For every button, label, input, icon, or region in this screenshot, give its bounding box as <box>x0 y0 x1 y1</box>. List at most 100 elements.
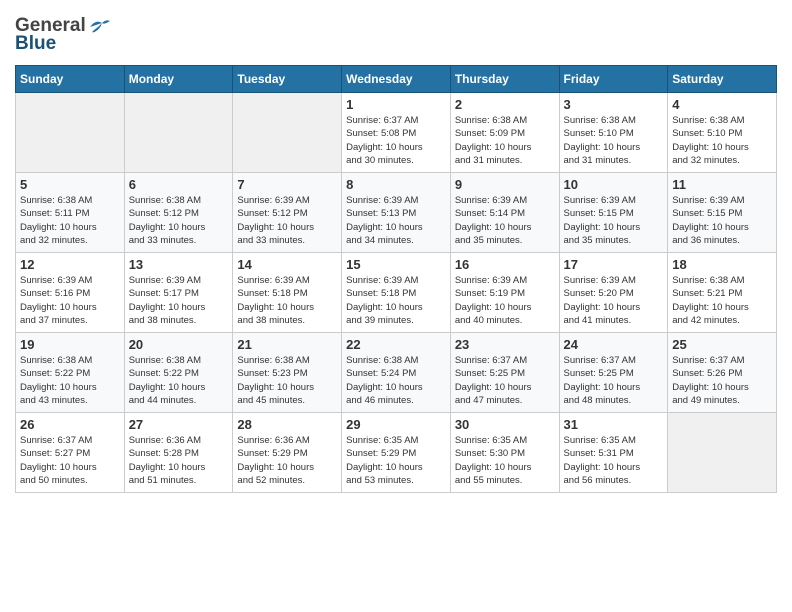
day-number: 1 <box>346 97 446 112</box>
calendar-week-row: 26 Sunrise: 6:37 AM Sunset: 5:27 PM Dayli… <box>16 413 777 493</box>
day-number: 27 <box>129 417 229 432</box>
calendar-cell: 25 Sunrise: 6:37 AM Sunset: 5:26 PM Dayli… <box>668 333 777 413</box>
day-number: 12 <box>20 257 120 272</box>
day-info: Sunrise: 6:38 AM Sunset: 5:10 PM Dayligh… <box>672 114 772 167</box>
calendar-cell: 13 Sunrise: 6:39 AM Sunset: 5:17 PM Dayli… <box>124 253 233 333</box>
day-number: 30 <box>455 417 555 432</box>
day-number: 26 <box>20 417 120 432</box>
logo: General Blue <box>15 15 110 55</box>
calendar-cell: 5Sunrise: 6:38 AM Sunset: 5:11 PM Daylig… <box>16 173 125 253</box>
calendar-cell: 26 Sunrise: 6:37 AM Sunset: 5:27 PM Dayli… <box>16 413 125 493</box>
day-number: 31 <box>564 417 664 432</box>
calendar-cell: 28 Sunrise: 6:36 AM Sunset: 5:29 PM Dayli… <box>233 413 342 493</box>
day-info: Sunrise: 6:38 AM Sunset: 5:22 PM Dayligh… <box>129 354 229 407</box>
day-info: Sunrise: 6:39 AM Sunset: 5:14 PM Dayligh… <box>455 194 555 247</box>
calendar-cell: 2 Sunrise: 6:38 AM Sunset: 5:09 PM Daylig… <box>450 93 559 173</box>
day-info: Sunrise: 6:38 AM Sunset: 5:10 PM Dayligh… <box>564 114 664 167</box>
calendar-cell: 22Sunrise: 6:38 AM Sunset: 5:24 PM Dayli… <box>342 333 451 413</box>
calendar-cell: 29 Sunrise: 6:35 AM Sunset: 5:29 PM Dayli… <box>342 413 451 493</box>
calendar-week-row: 1 Sunrise: 6:37 AM Sunset: 5:08 PM Daylig… <box>16 93 777 173</box>
day-number: 29 <box>346 417 446 432</box>
day-info: Sunrise: 6:38 AM Sunset: 5:23 PM Dayligh… <box>237 354 337 407</box>
day-number: 19 <box>20 337 120 352</box>
day-info: Sunrise: 6:35 AM Sunset: 5:29 PM Dayligh… <box>346 434 446 487</box>
day-info: Sunrise: 6:36 AM Sunset: 5:28 PM Dayligh… <box>129 434 229 487</box>
calendar-cell: 27 Sunrise: 6:36 AM Sunset: 5:28 PM Dayli… <box>124 413 233 493</box>
day-number: 2 <box>455 97 555 112</box>
calendar-cell <box>124 93 233 173</box>
day-info: Sunrise: 6:35 AM Sunset: 5:30 PM Dayligh… <box>455 434 555 487</box>
calendar-cell <box>233 93 342 173</box>
day-info: Sunrise: 6:39 AM Sunset: 5:16 PM Dayligh… <box>20 274 120 327</box>
day-number: 4 <box>672 97 772 112</box>
calendar-cell: 12 Sunrise: 6:39 AM Sunset: 5:16 PM Dayli… <box>16 253 125 333</box>
day-info: Sunrise: 6:39 AM Sunset: 5:13 PM Dayligh… <box>346 194 446 247</box>
day-number: 20 <box>129 337 229 352</box>
day-number: 8 <box>346 177 446 192</box>
day-number: 23 <box>455 337 555 352</box>
page-header: General Blue <box>15 15 777 55</box>
day-info: Sunrise: 6:39 AM Sunset: 5:15 PM Dayligh… <box>672 194 772 247</box>
day-number: 7 <box>237 177 337 192</box>
weekday-header-wednesday: Wednesday <box>342 66 451 93</box>
day-number: 10 <box>564 177 664 192</box>
logo-bird-icon <box>88 17 110 35</box>
day-number: 21 <box>237 337 337 352</box>
day-number: 25 <box>672 337 772 352</box>
day-info: Sunrise: 6:39 AM Sunset: 5:15 PM Dayligh… <box>564 194 664 247</box>
day-info: Sunrise: 6:39 AM Sunset: 5:19 PM Dayligh… <box>455 274 555 327</box>
calendar-cell: 3 Sunrise: 6:38 AM Sunset: 5:10 PM Daylig… <box>559 93 668 173</box>
day-info: Sunrise: 6:37 AM Sunset: 5:08 PM Dayligh… <box>346 114 446 167</box>
weekday-header-tuesday: Tuesday <box>233 66 342 93</box>
weekday-header-thursday: Thursday <box>450 66 559 93</box>
calendar-cell: 15Sunrise: 6:39 AM Sunset: 5:18 PM Dayli… <box>342 253 451 333</box>
calendar-cell: 11Sunrise: 6:39 AM Sunset: 5:15 PM Dayli… <box>668 173 777 253</box>
weekday-header-monday: Monday <box>124 66 233 93</box>
day-number: 3 <box>564 97 664 112</box>
day-info: Sunrise: 6:35 AM Sunset: 5:31 PM Dayligh… <box>564 434 664 487</box>
calendar-cell: 23 Sunrise: 6:37 AM Sunset: 5:25 PM Dayli… <box>450 333 559 413</box>
day-number: 16 <box>455 257 555 272</box>
day-number: 5 <box>20 177 120 192</box>
calendar-cell: 30 Sunrise: 6:35 AM Sunset: 5:30 PM Dayli… <box>450 413 559 493</box>
day-number: 6 <box>129 177 229 192</box>
calendar-cell: 17 Sunrise: 6:39 AM Sunset: 5:20 PM Dayli… <box>559 253 668 333</box>
day-info: Sunrise: 6:39 AM Sunset: 5:17 PM Dayligh… <box>129 274 229 327</box>
calendar-cell: 24Sunrise: 6:37 AM Sunset: 5:25 PM Dayli… <box>559 333 668 413</box>
day-info: Sunrise: 6:39 AM Sunset: 5:20 PM Dayligh… <box>564 274 664 327</box>
weekday-header-friday: Friday <box>559 66 668 93</box>
calendar-cell: 21 Sunrise: 6:38 AM Sunset: 5:23 PM Dayli… <box>233 333 342 413</box>
day-number: 17 <box>564 257 664 272</box>
calendar-cell <box>668 413 777 493</box>
day-info: Sunrise: 6:38 AM Sunset: 5:12 PM Dayligh… <box>129 194 229 247</box>
day-info: Sunrise: 6:37 AM Sunset: 5:27 PM Dayligh… <box>20 434 120 487</box>
weekday-header-sunday: Sunday <box>16 66 125 93</box>
calendar-week-row: 12 Sunrise: 6:39 AM Sunset: 5:16 PM Dayli… <box>16 253 777 333</box>
day-info: Sunrise: 6:36 AM Sunset: 5:29 PM Dayligh… <box>237 434 337 487</box>
calendar-cell: 14Sunrise: 6:39 AM Sunset: 5:18 PM Dayli… <box>233 253 342 333</box>
calendar-cell: 1 Sunrise: 6:37 AM Sunset: 5:08 PM Daylig… <box>342 93 451 173</box>
day-number: 14 <box>237 257 337 272</box>
day-info: Sunrise: 6:38 AM Sunset: 5:22 PM Dayligh… <box>20 354 120 407</box>
day-number: 22 <box>346 337 446 352</box>
calendar-table: SundayMondayTuesdayWednesdayThursdayFrid… <box>15 65 777 493</box>
calendar-cell: 31 Sunrise: 6:35 AM Sunset: 5:31 PM Dayli… <box>559 413 668 493</box>
day-info: Sunrise: 6:39 AM Sunset: 5:18 PM Dayligh… <box>346 274 446 327</box>
calendar-week-row: 5Sunrise: 6:38 AM Sunset: 5:11 PM Daylig… <box>16 173 777 253</box>
day-number: 18 <box>672 257 772 272</box>
day-number: 28 <box>237 417 337 432</box>
calendar-week-row: 19 Sunrise: 6:38 AM Sunset: 5:22 PM Dayli… <box>16 333 777 413</box>
day-info: Sunrise: 6:38 AM Sunset: 5:21 PM Dayligh… <box>672 274 772 327</box>
calendar-cell: 20 Sunrise: 6:38 AM Sunset: 5:22 PM Dayli… <box>124 333 233 413</box>
calendar-cell: 4 Sunrise: 6:38 AM Sunset: 5:10 PM Daylig… <box>668 93 777 173</box>
weekday-header-saturday: Saturday <box>668 66 777 93</box>
day-info: Sunrise: 6:37 AM Sunset: 5:26 PM Dayligh… <box>672 354 772 407</box>
day-info: Sunrise: 6:37 AM Sunset: 5:25 PM Dayligh… <box>564 354 664 407</box>
weekday-header-row: SundayMondayTuesdayWednesdayThursdayFrid… <box>16 66 777 93</box>
day-info: Sunrise: 6:38 AM Sunset: 5:09 PM Dayligh… <box>455 114 555 167</box>
calendar-cell: 18 Sunrise: 6:38 AM Sunset: 5:21 PM Dayli… <box>668 253 777 333</box>
day-info: Sunrise: 6:37 AM Sunset: 5:25 PM Dayligh… <box>455 354 555 407</box>
day-number: 13 <box>129 257 229 272</box>
calendar-cell: 6 Sunrise: 6:38 AM Sunset: 5:12 PM Daylig… <box>124 173 233 253</box>
calendar-cell: 19 Sunrise: 6:38 AM Sunset: 5:22 PM Dayli… <box>16 333 125 413</box>
